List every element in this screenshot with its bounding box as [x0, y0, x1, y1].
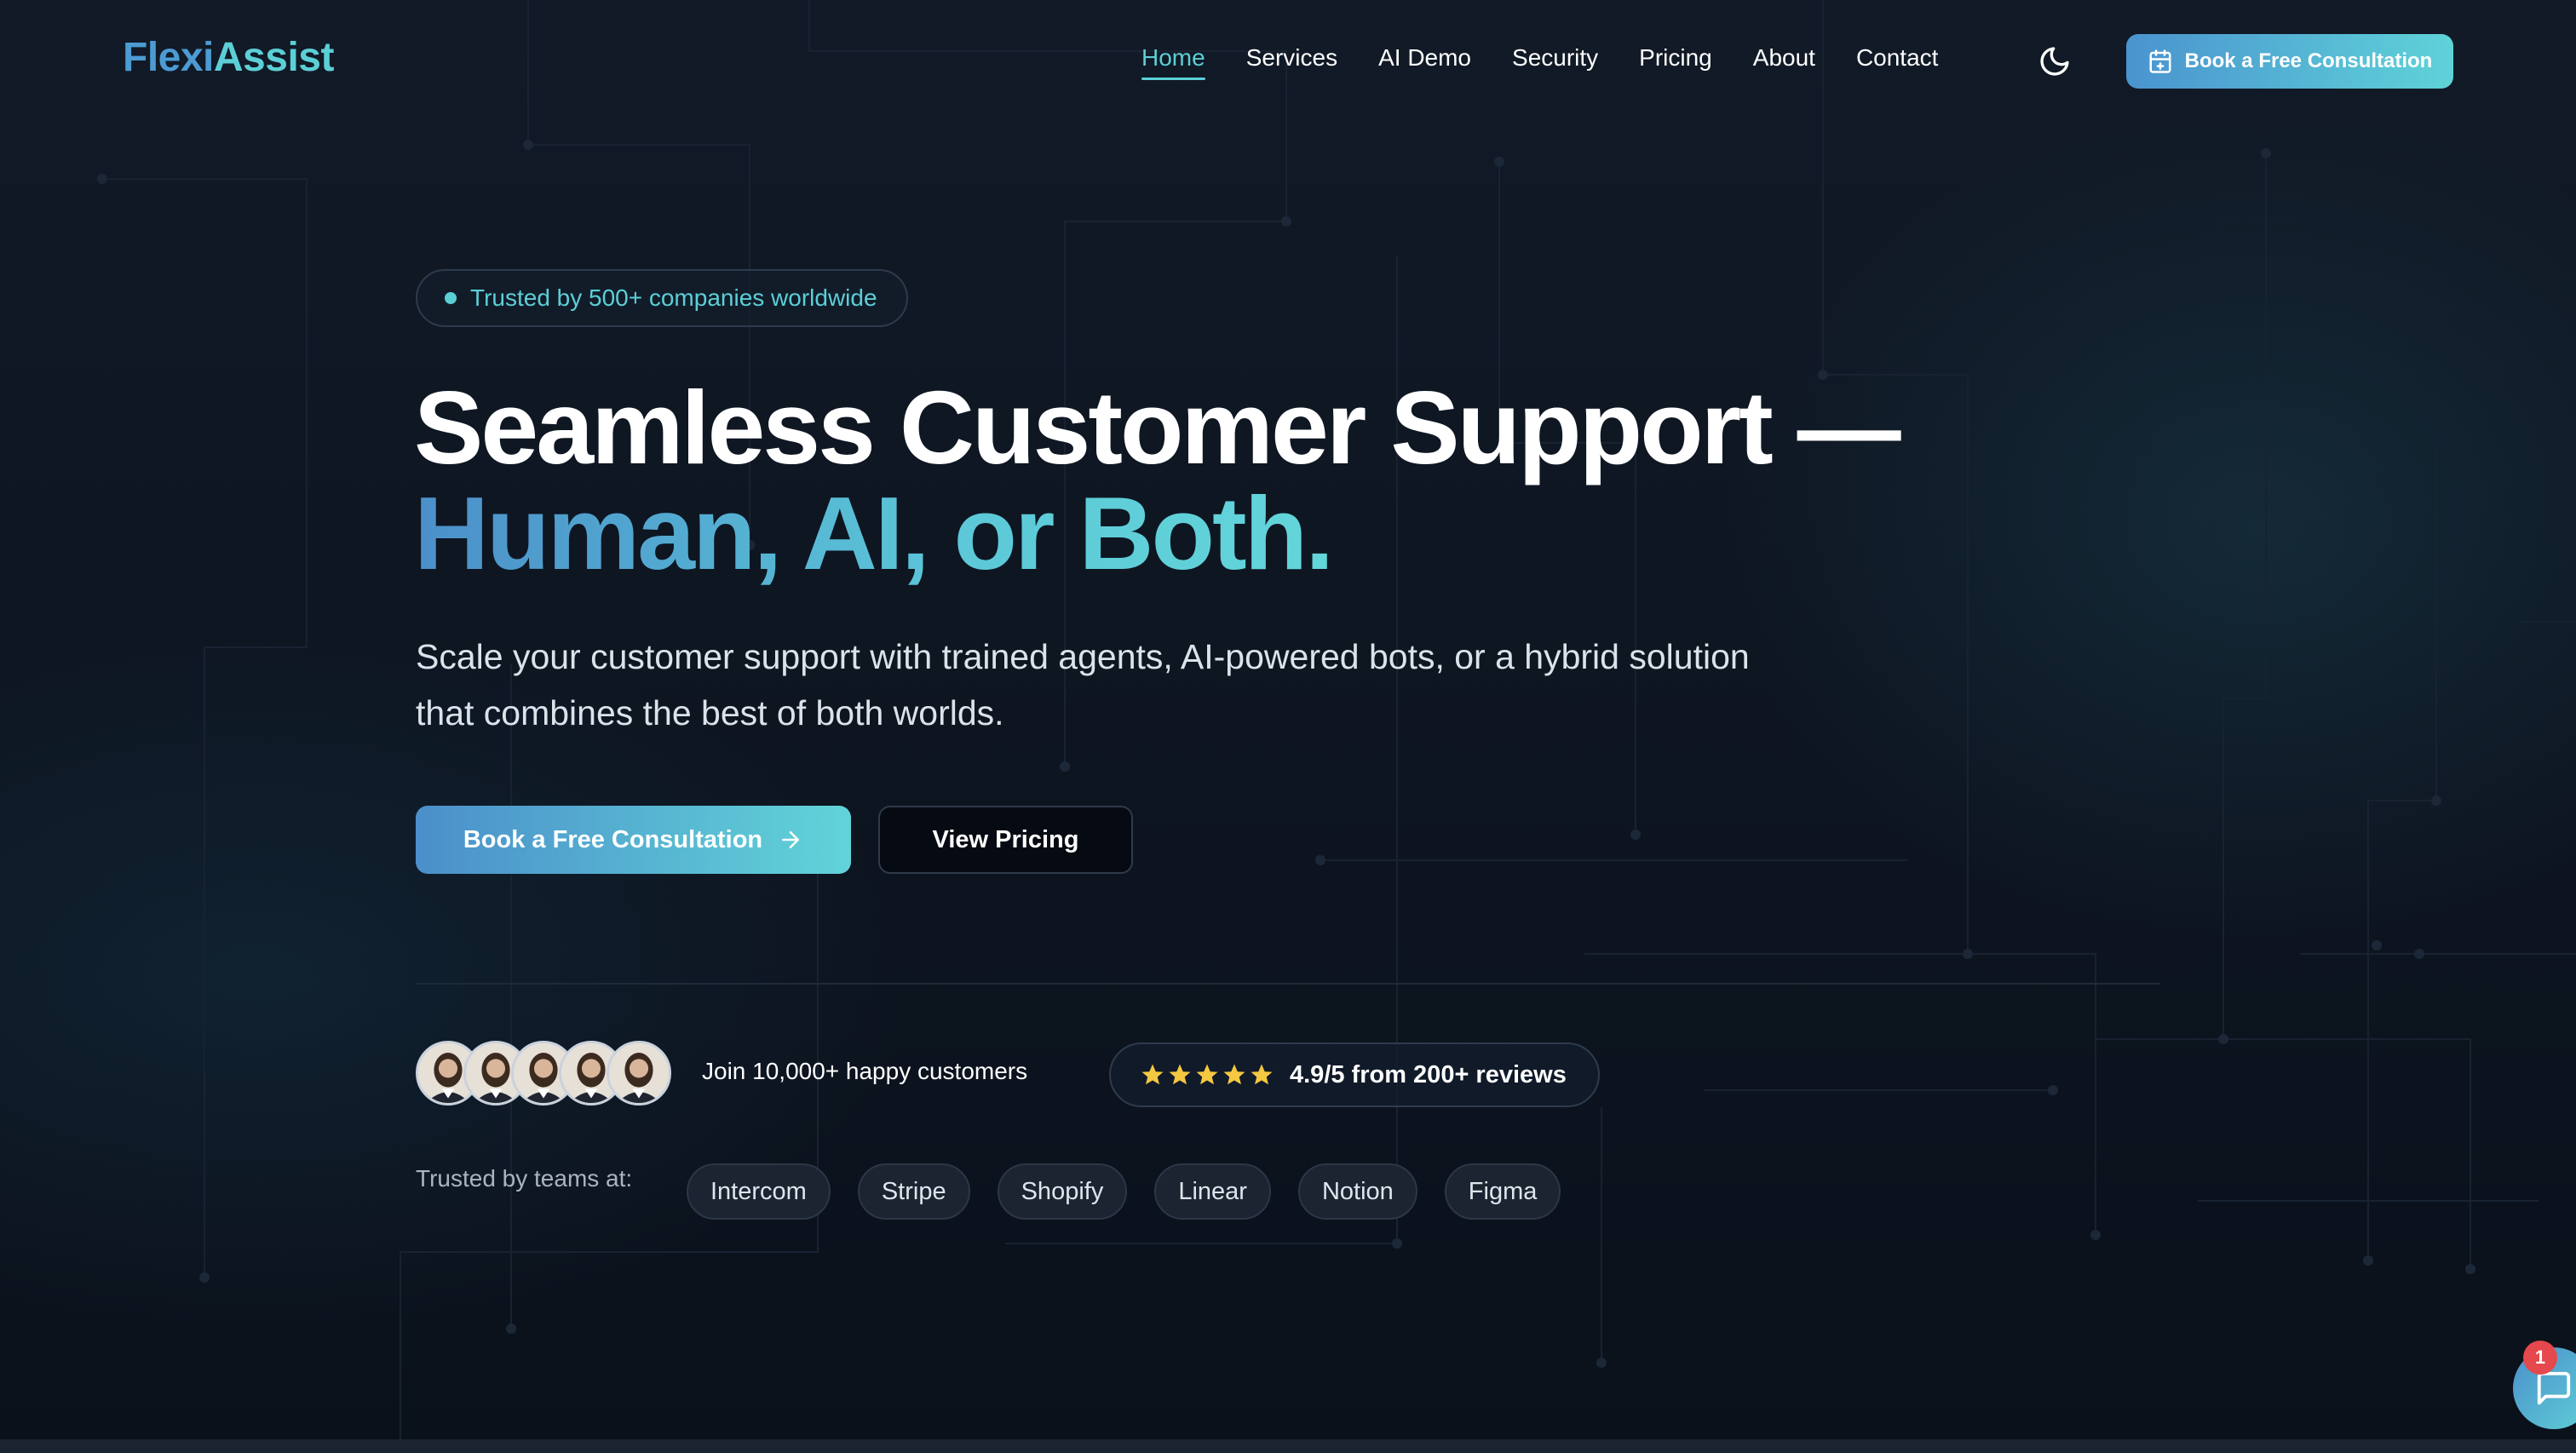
hero-divider — [416, 983, 2160, 985]
star-icon — [1223, 1064, 1245, 1085]
star-rating — [1140, 1062, 1274, 1088]
chat-unread-badge: 1 — [2523, 1341, 2557, 1375]
nav-item-about[interactable]: About — [1753, 44, 1815, 80]
arrow-right-icon — [782, 831, 800, 848]
view-pricing-label: View Pricing — [932, 825, 1079, 853]
avatar — [607, 1041, 671, 1106]
calendar-icon — [2149, 49, 2171, 73]
badge-dot — [445, 292, 457, 304]
theme-toggle-button[interactable] — [2038, 44, 2072, 78]
nav-item-services[interactable]: Services — [1246, 44, 1337, 80]
customer-avatars — [416, 1041, 671, 1106]
brand-logo-part1: Flexi — [123, 35, 214, 80]
hero-headline: Seamless Customer Support — Human, AI, o… — [414, 375, 1901, 586]
brand-logo[interactable]: FlexiAssist — [123, 34, 334, 81]
trusted-by-label: Trusted by teams at: — [416, 1165, 633, 1192]
nav-book-consultation-button[interactable]: Book a Free Consultation — [2126, 34, 2453, 89]
nav-item-pricing[interactable]: Pricing — [1639, 44, 1712, 80]
trust-badge-text: Trusted by 500+ companies worldwide — [470, 284, 877, 311]
company-chip-stripe: Stripe — [857, 1163, 970, 1220]
brand-logo-part2: Assist — [213, 35, 335, 80]
company-chip-linear: Linear — [1154, 1163, 1271, 1220]
rating-pill: 4.9/5 from 200+ reviews — [1109, 1042, 1600, 1107]
star-icon — [1141, 1064, 1164, 1085]
join-customers-text: Join 10,000+ happy customers — [702, 1058, 1028, 1084]
company-chip-shopify: Shopify — [997, 1163, 1128, 1220]
nav-cta-label: Book a Free Consultation — [2184, 49, 2433, 72]
star-icon — [1196, 1064, 1218, 1085]
view-pricing-button[interactable]: View Pricing — [878, 806, 1133, 874]
company-chip-figma: Figma — [1444, 1163, 1561, 1220]
moon-icon — [2040, 47, 2069, 76]
trust-badge: Trusted by 500+ companies worldwide — [416, 269, 908, 327]
company-chips: Intercom Stripe Shopify Linear Notion Fi… — [687, 1163, 1561, 1220]
book-consultation-button[interactable]: Book a Free Consultation — [416, 806, 851, 874]
rating-text: 4.9/5 from 200+ reviews — [1290, 1060, 1567, 1088]
star-icon — [1251, 1064, 1273, 1085]
company-chip-intercom: Intercom — [687, 1163, 831, 1220]
bottom-edge-bar — [0, 1439, 2576, 1453]
company-chip-notion: Notion — [1297, 1163, 1417, 1220]
main-nav: Home Services AI Demo Security Pricing A… — [1141, 44, 1938, 80]
nav-item-security[interactable]: Security — [1512, 44, 1598, 80]
hero-headline-line1: Seamless Customer Support — — [414, 370, 1901, 485]
star-icon — [1169, 1064, 1191, 1085]
hero-subtitle: Scale your customer support with trained… — [416, 637, 1750, 732]
nav-item-home[interactable]: Home — [1141, 44, 1205, 80]
book-consultation-label: Book a Free Consultation — [463, 825, 763, 853]
nav-item-contact[interactable]: Contact — [1856, 44, 1939, 80]
hero-headline-line2: Human, AI, or Both. — [414, 475, 1334, 591]
nav-item-ai-demo[interactable]: AI Demo — [1378, 44, 1471, 80]
